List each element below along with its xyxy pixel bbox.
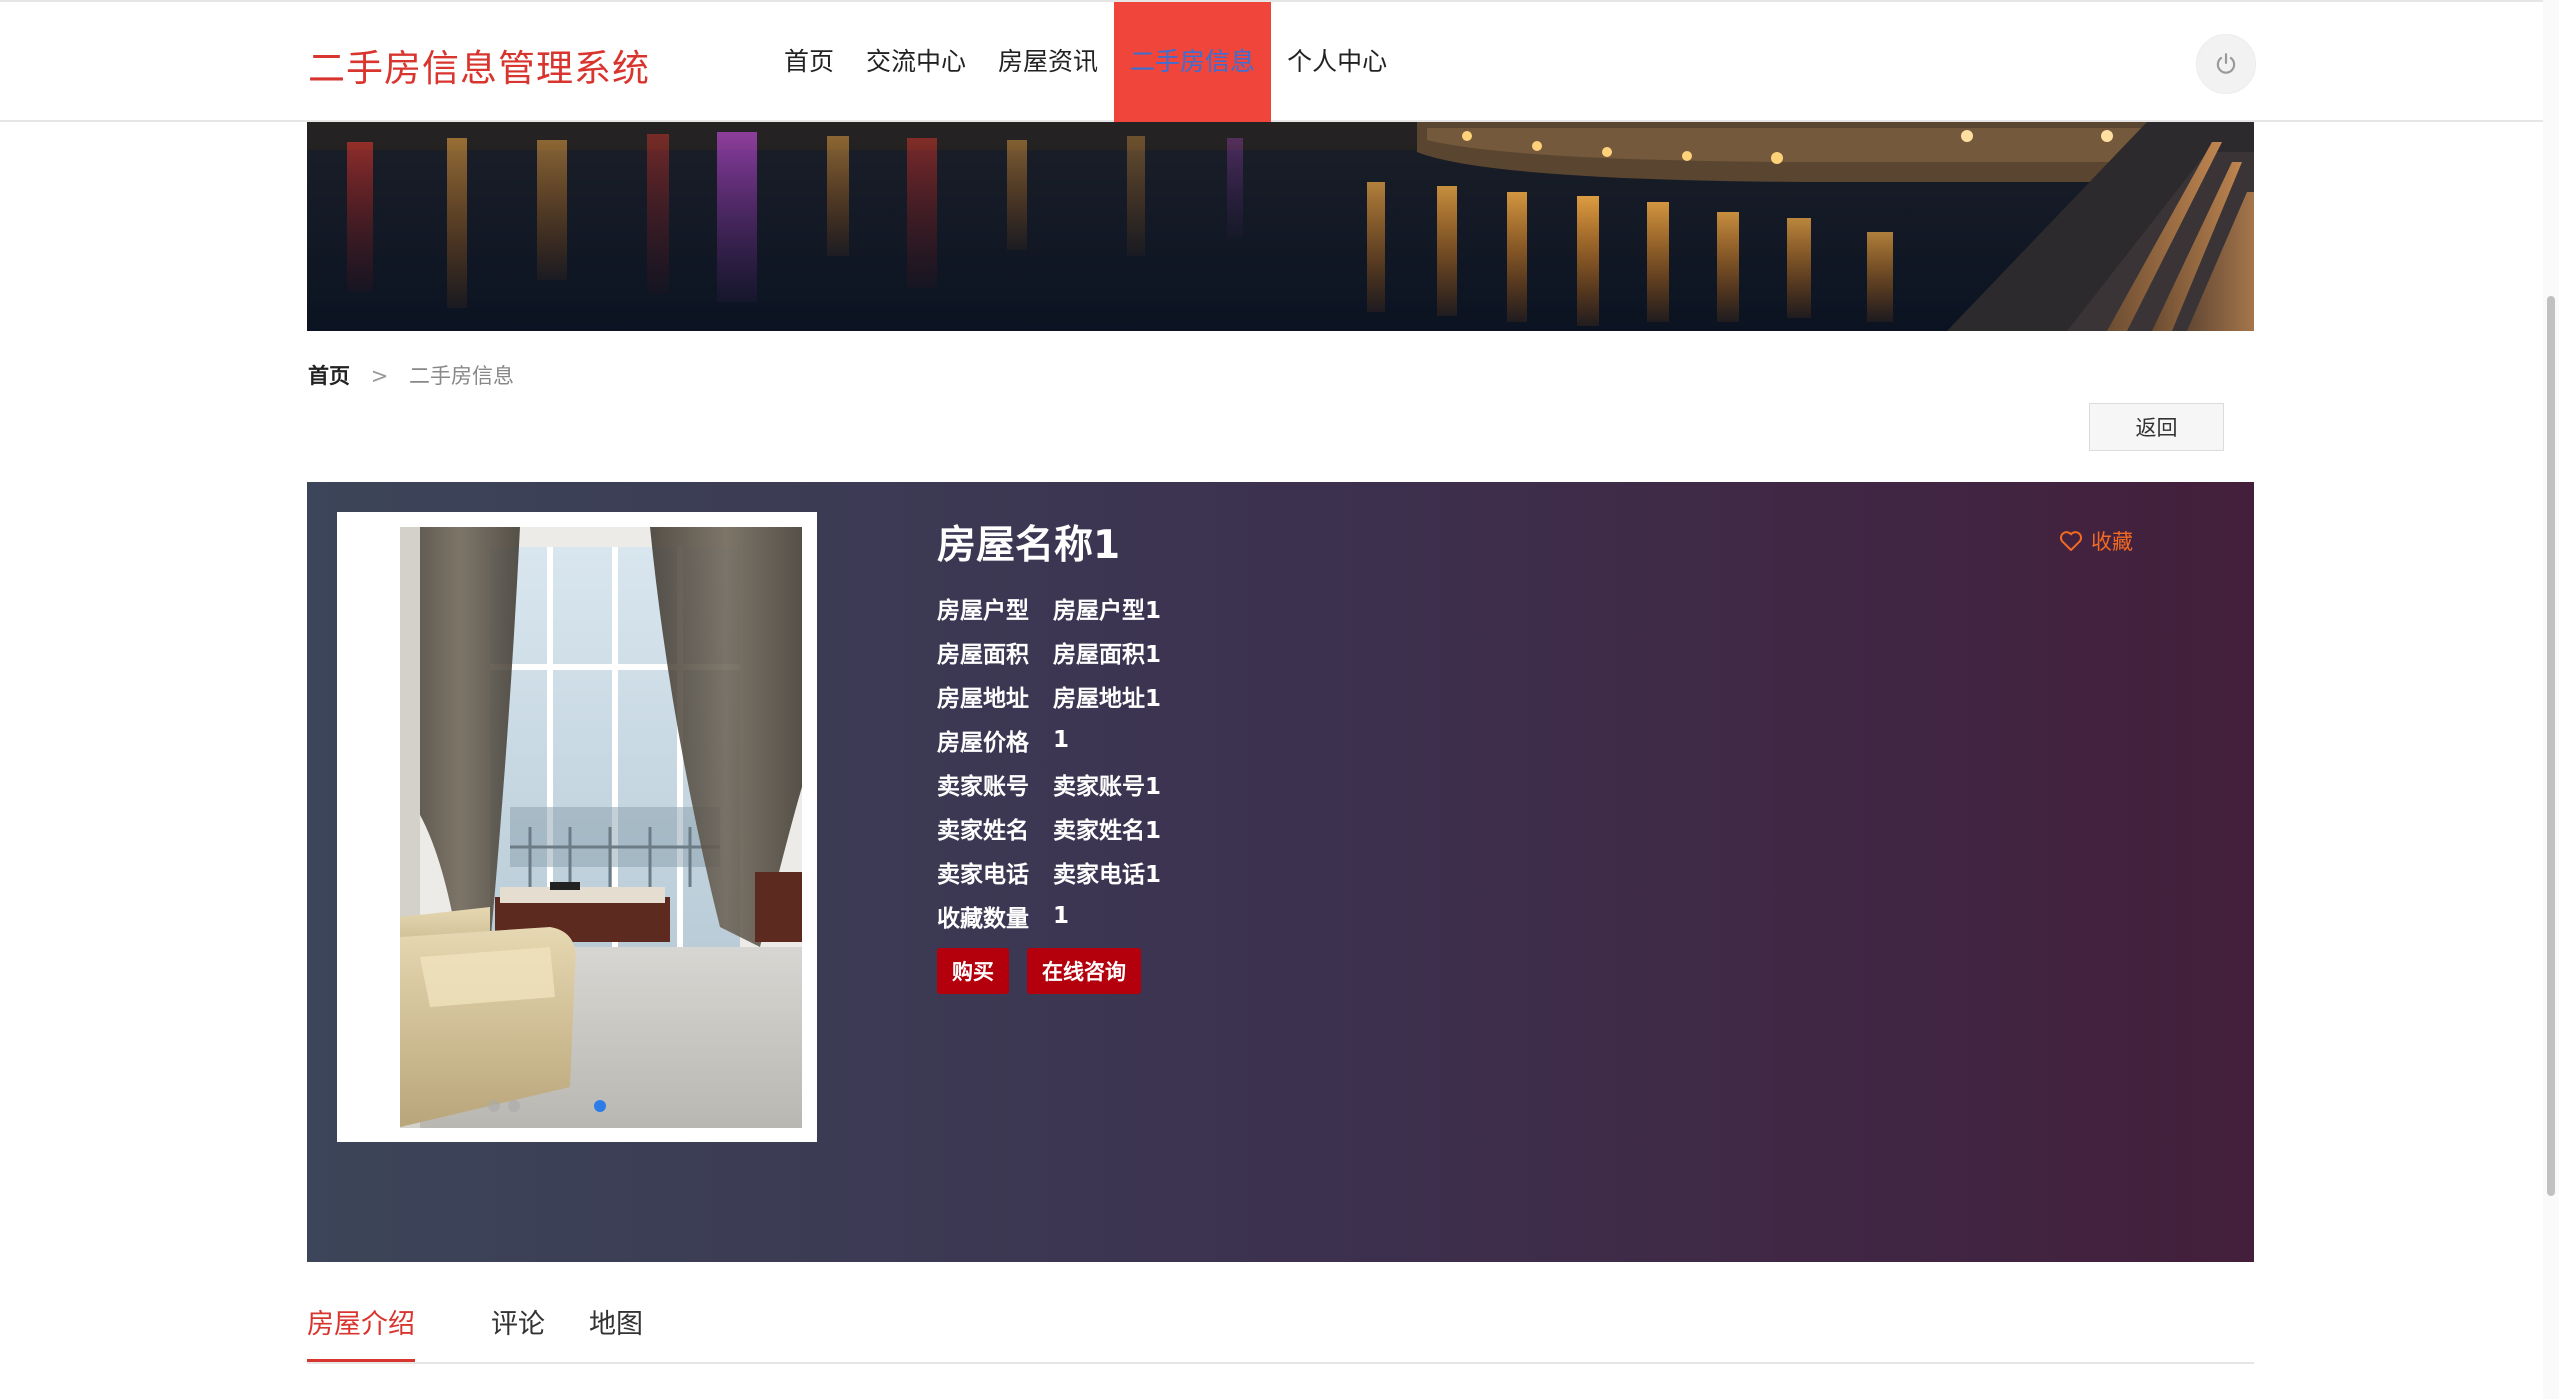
logout-button[interactable] (2196, 34, 2256, 94)
nav-item-user-center[interactable]: 个人中心 (1271, 2, 1403, 122)
carousel-dot-3[interactable] (594, 1100, 606, 1112)
attr-key: 房屋面积 (937, 642, 1029, 668)
house-photo-carousel[interactable] (337, 512, 817, 1142)
nav-item-home[interactable]: 首页 (768, 2, 850, 122)
action-buttons: 购买 在线咨询 (937, 948, 1141, 994)
carousel-dot-2[interactable] (508, 1100, 520, 1112)
attr-row-favorite-count: 收藏数量 1 (937, 894, 1161, 938)
attr-row-area: 房屋面积 房屋面积1 (937, 630, 1161, 674)
detail-tabs: 房屋介绍 评论 地图 (307, 1302, 2254, 1364)
attr-value: 房屋户型1 (1053, 598, 1162, 624)
site-brand[interactable]: 二手房信息管理系统 (308, 38, 650, 92)
banner-night-harbor-image (307, 122, 2254, 331)
attr-row-seller-name: 卖家姓名 卖家姓名1 (937, 806, 1161, 850)
favorite-button[interactable]: 收藏 (2059, 526, 2133, 556)
attr-row-address: 房屋地址 房屋地址1 (937, 674, 1161, 718)
heart-icon (2059, 531, 2083, 551)
house-attributes: 房屋户型 房屋户型1 房屋面积 房屋面积1 房屋地址 房屋地址1 房屋价格 1 … (937, 586, 1161, 938)
breadcrumb-separator: > (370, 364, 389, 388)
power-icon (2216, 53, 2236, 74)
scrollbar-thumb[interactable] (2547, 296, 2555, 1196)
attr-value: 卖家姓名1 (1053, 818, 1162, 844)
carousel-dot-1[interactable] (488, 1100, 500, 1112)
tab-comments[interactable]: 评论 (491, 1302, 545, 1362)
back-button[interactable]: 返回 (2089, 403, 2224, 451)
attr-value: 卖家账号1 (1053, 774, 1162, 800)
favorite-label: 收藏 (2091, 530, 2133, 554)
attr-row-price: 房屋价格 1 (937, 718, 1161, 762)
tab-house-intro[interactable]: 房屋介绍 (307, 1302, 415, 1362)
attr-row-layout: 房屋户型 房屋户型1 (937, 586, 1161, 630)
main-nav: 首页 交流中心 房屋资讯 二手房信息 个人中心 (768, 2, 1403, 122)
nav-item-house-info[interactable]: 二手房信息 (1114, 2, 1272, 122)
attr-value: 房屋面积1 (1053, 642, 1162, 668)
house-title: 房屋名称1 (937, 523, 1121, 568)
living-room-photo (400, 527, 802, 1128)
attr-value: 1 (1053, 903, 1070, 929)
online-consult-button[interactable]: 在线咨询 (1027, 948, 1141, 994)
attr-key: 房屋户型 (937, 598, 1029, 624)
breadcrumb-current: 二手房信息 (408, 364, 514, 388)
house-detail-panel: 房屋名称1 收藏 房屋户型 房屋户型1 房屋面积 房屋面积1 房屋地址 房屋地址… (307, 482, 2254, 1262)
banner-image (307, 122, 2254, 331)
breadcrumb-home[interactable]: 首页 (308, 364, 350, 388)
attr-value: 1 (1053, 727, 1070, 753)
house-photo (400, 527, 802, 1128)
breadcrumb: 首页 > 二手房信息 (308, 360, 514, 390)
attr-key: 房屋地址 (937, 686, 1029, 712)
page-scrollbar[interactable] (2543, 0, 2559, 1399)
nav-item-news[interactable]: 房屋资讯 (982, 2, 1114, 122)
attr-key: 卖家电话 (937, 862, 1029, 888)
attr-key: 收藏数量 (937, 906, 1029, 932)
attr-row-seller-account: 卖家账号 卖家账号1 (937, 762, 1161, 806)
tab-map[interactable]: 地图 (589, 1302, 643, 1362)
attr-value: 房屋地址1 (1053, 686, 1162, 712)
top-header: 二手房信息管理系统 首页 交流中心 房屋资讯 二手房信息 个人中心 (0, 0, 2559, 122)
attr-row-seller-phone: 卖家电话 卖家电话1 (937, 850, 1161, 894)
attr-key: 卖家账号 (937, 774, 1029, 800)
attr-key: 房屋价格 (937, 730, 1029, 756)
attr-value: 卖家电话1 (1053, 862, 1162, 888)
attr-key: 卖家姓名 (937, 818, 1029, 844)
buy-button[interactable]: 购买 (937, 948, 1009, 994)
nav-item-forum[interactable]: 交流中心 (850, 2, 982, 122)
